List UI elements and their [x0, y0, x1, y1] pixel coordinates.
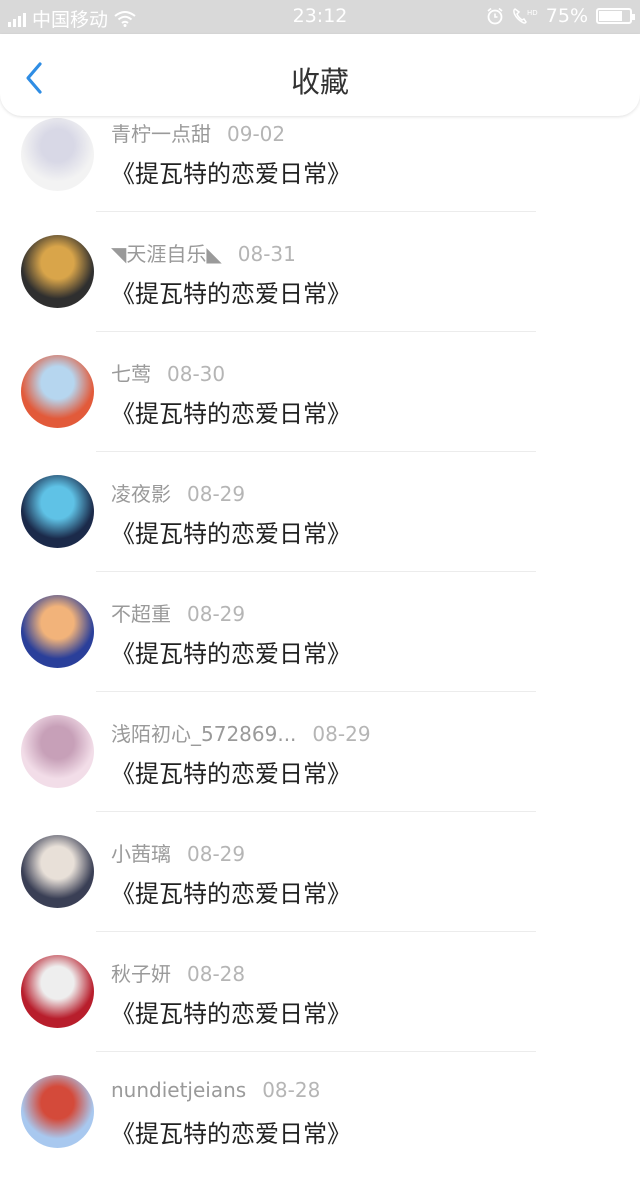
favorite-date: 08-28: [187, 962, 246, 986]
alarm-icon: [487, 7, 503, 25]
favorite-date: 08-29: [187, 602, 246, 626]
nav-bar: 收藏: [0, 34, 640, 116]
user-name[interactable]: nundietjeians: [111, 1078, 246, 1102]
divider: [96, 451, 536, 452]
divider: [96, 1051, 536, 1052]
favorite-date: 09-02: [227, 122, 286, 146]
work-title[interactable]: 《提瓦特的恋爱日常》: [111, 154, 351, 189]
work-title[interactable]: 《提瓦特的恋爱日常》: [111, 754, 351, 789]
list-item[interactable]: 小茜璃 08-29 《提瓦特的恋爱日常》: [0, 834, 640, 954]
item-meta: 七莺 08-30: [111, 358, 225, 387]
avatar[interactable]: [21, 235, 94, 308]
item-meta: ◥天涯自乐◣ 08-31: [111, 238, 296, 267]
work-title[interactable]: 《提瓦特的恋爱日常》: [111, 394, 351, 429]
item-meta: 凌夜影 08-29: [111, 478, 245, 507]
item-meta: 小茜璃 08-29: [111, 838, 245, 867]
work-title[interactable]: 《提瓦特的恋爱日常》: [111, 634, 351, 669]
user-name[interactable]: 不超重: [111, 602, 171, 626]
list-item[interactable]: 秋子妍 08-28 《提瓦特的恋爱日常》: [0, 954, 640, 1074]
favorite-date: 08-29: [187, 482, 246, 506]
work-title[interactable]: 《提瓦特的恋爱日常》: [111, 1114, 351, 1149]
work-title[interactable]: 《提瓦特的恋爱日常》: [111, 514, 351, 549]
page-title: 收藏: [290, 65, 349, 99]
list-item[interactable]: ◥天涯自乐◣ 08-31 《提瓦特的恋爱日常》: [0, 234, 640, 354]
work-title[interactable]: 《提瓦特的恋爱日常》: [111, 994, 351, 1029]
user-name[interactable]: 凌夜影: [111, 482, 171, 506]
avatar[interactable]: [21, 475, 94, 548]
list-item[interactable]: 七莺 08-30 《提瓦特的恋爱日常》: [0, 354, 640, 474]
divider: [96, 691, 536, 692]
battery-percent: 75%: [545, 5, 588, 27]
status-bar: 中国移动 23:12 HD 75%: [0, 0, 640, 34]
favorite-date: 08-31: [237, 242, 296, 266]
avatar[interactable]: [21, 118, 94, 191]
divider: [96, 571, 536, 572]
divider: [96, 931, 536, 932]
list-item[interactable]: 青柠一点甜 09-02 《提瓦特的恋爱日常》: [0, 114, 640, 234]
work-title[interactable]: 《提瓦特的恋爱日常》: [111, 874, 351, 909]
avatar[interactable]: [21, 955, 94, 1028]
item-meta: nundietjeians 08-28: [111, 1078, 320, 1102]
hd-call-icon: HD: [512, 8, 538, 24]
avatar[interactable]: [21, 1075, 94, 1148]
list-item[interactable]: 凌夜影 08-29 《提瓦特的恋爱日常》: [0, 474, 640, 594]
user-name[interactable]: 七莺: [111, 362, 151, 386]
list-item[interactable]: nundietjeians 08-28 《提瓦特的恋爱日常》: [0, 1074, 640, 1194]
user-name[interactable]: 青柠一点甜: [111, 122, 211, 146]
divider: [96, 331, 536, 332]
divider: [96, 811, 536, 812]
user-name[interactable]: 秋子妍: [111, 962, 171, 986]
avatar[interactable]: [21, 715, 94, 788]
favorite-date: 08-28: [262, 1078, 321, 1102]
list-item[interactable]: 浅陌初心_572869... 08-29 《提瓦特的恋爱日常》: [0, 714, 640, 834]
avatar[interactable]: [21, 835, 94, 908]
work-title[interactable]: 《提瓦特的恋爱日常》: [111, 274, 351, 309]
avatar[interactable]: [21, 595, 94, 668]
item-meta: 不超重 08-29: [111, 598, 245, 627]
favorite-date: 08-29: [187, 842, 246, 866]
svg-text:HD: HD: [527, 9, 538, 17]
favorites-list: 青柠一点甜 09-02 《提瓦特的恋爱日常》 ◥天涯自乐◣ 08-31 《提瓦特的恋爱日常…: [0, 114, 640, 1194]
divider: [96, 211, 536, 212]
item-meta: 浅陌初心_572869... 08-29: [111, 718, 371, 747]
favorite-date: 08-30: [167, 362, 226, 386]
item-meta: 青柠一点甜 09-02: [111, 118, 285, 147]
avatar[interactable]: [21, 355, 94, 428]
favorite-date: 08-29: [312, 722, 371, 746]
list-item[interactable]: 不超重 08-29 《提瓦特的恋爱日常》: [0, 594, 640, 714]
item-meta: 秋子妍 08-28: [111, 958, 245, 987]
user-name[interactable]: 小茜璃: [111, 842, 171, 866]
user-name[interactable]: 浅陌初心_572869...: [111, 722, 296, 746]
battery-icon: [596, 8, 635, 24]
user-name[interactable]: ◥天涯自乐◣: [111, 242, 222, 266]
